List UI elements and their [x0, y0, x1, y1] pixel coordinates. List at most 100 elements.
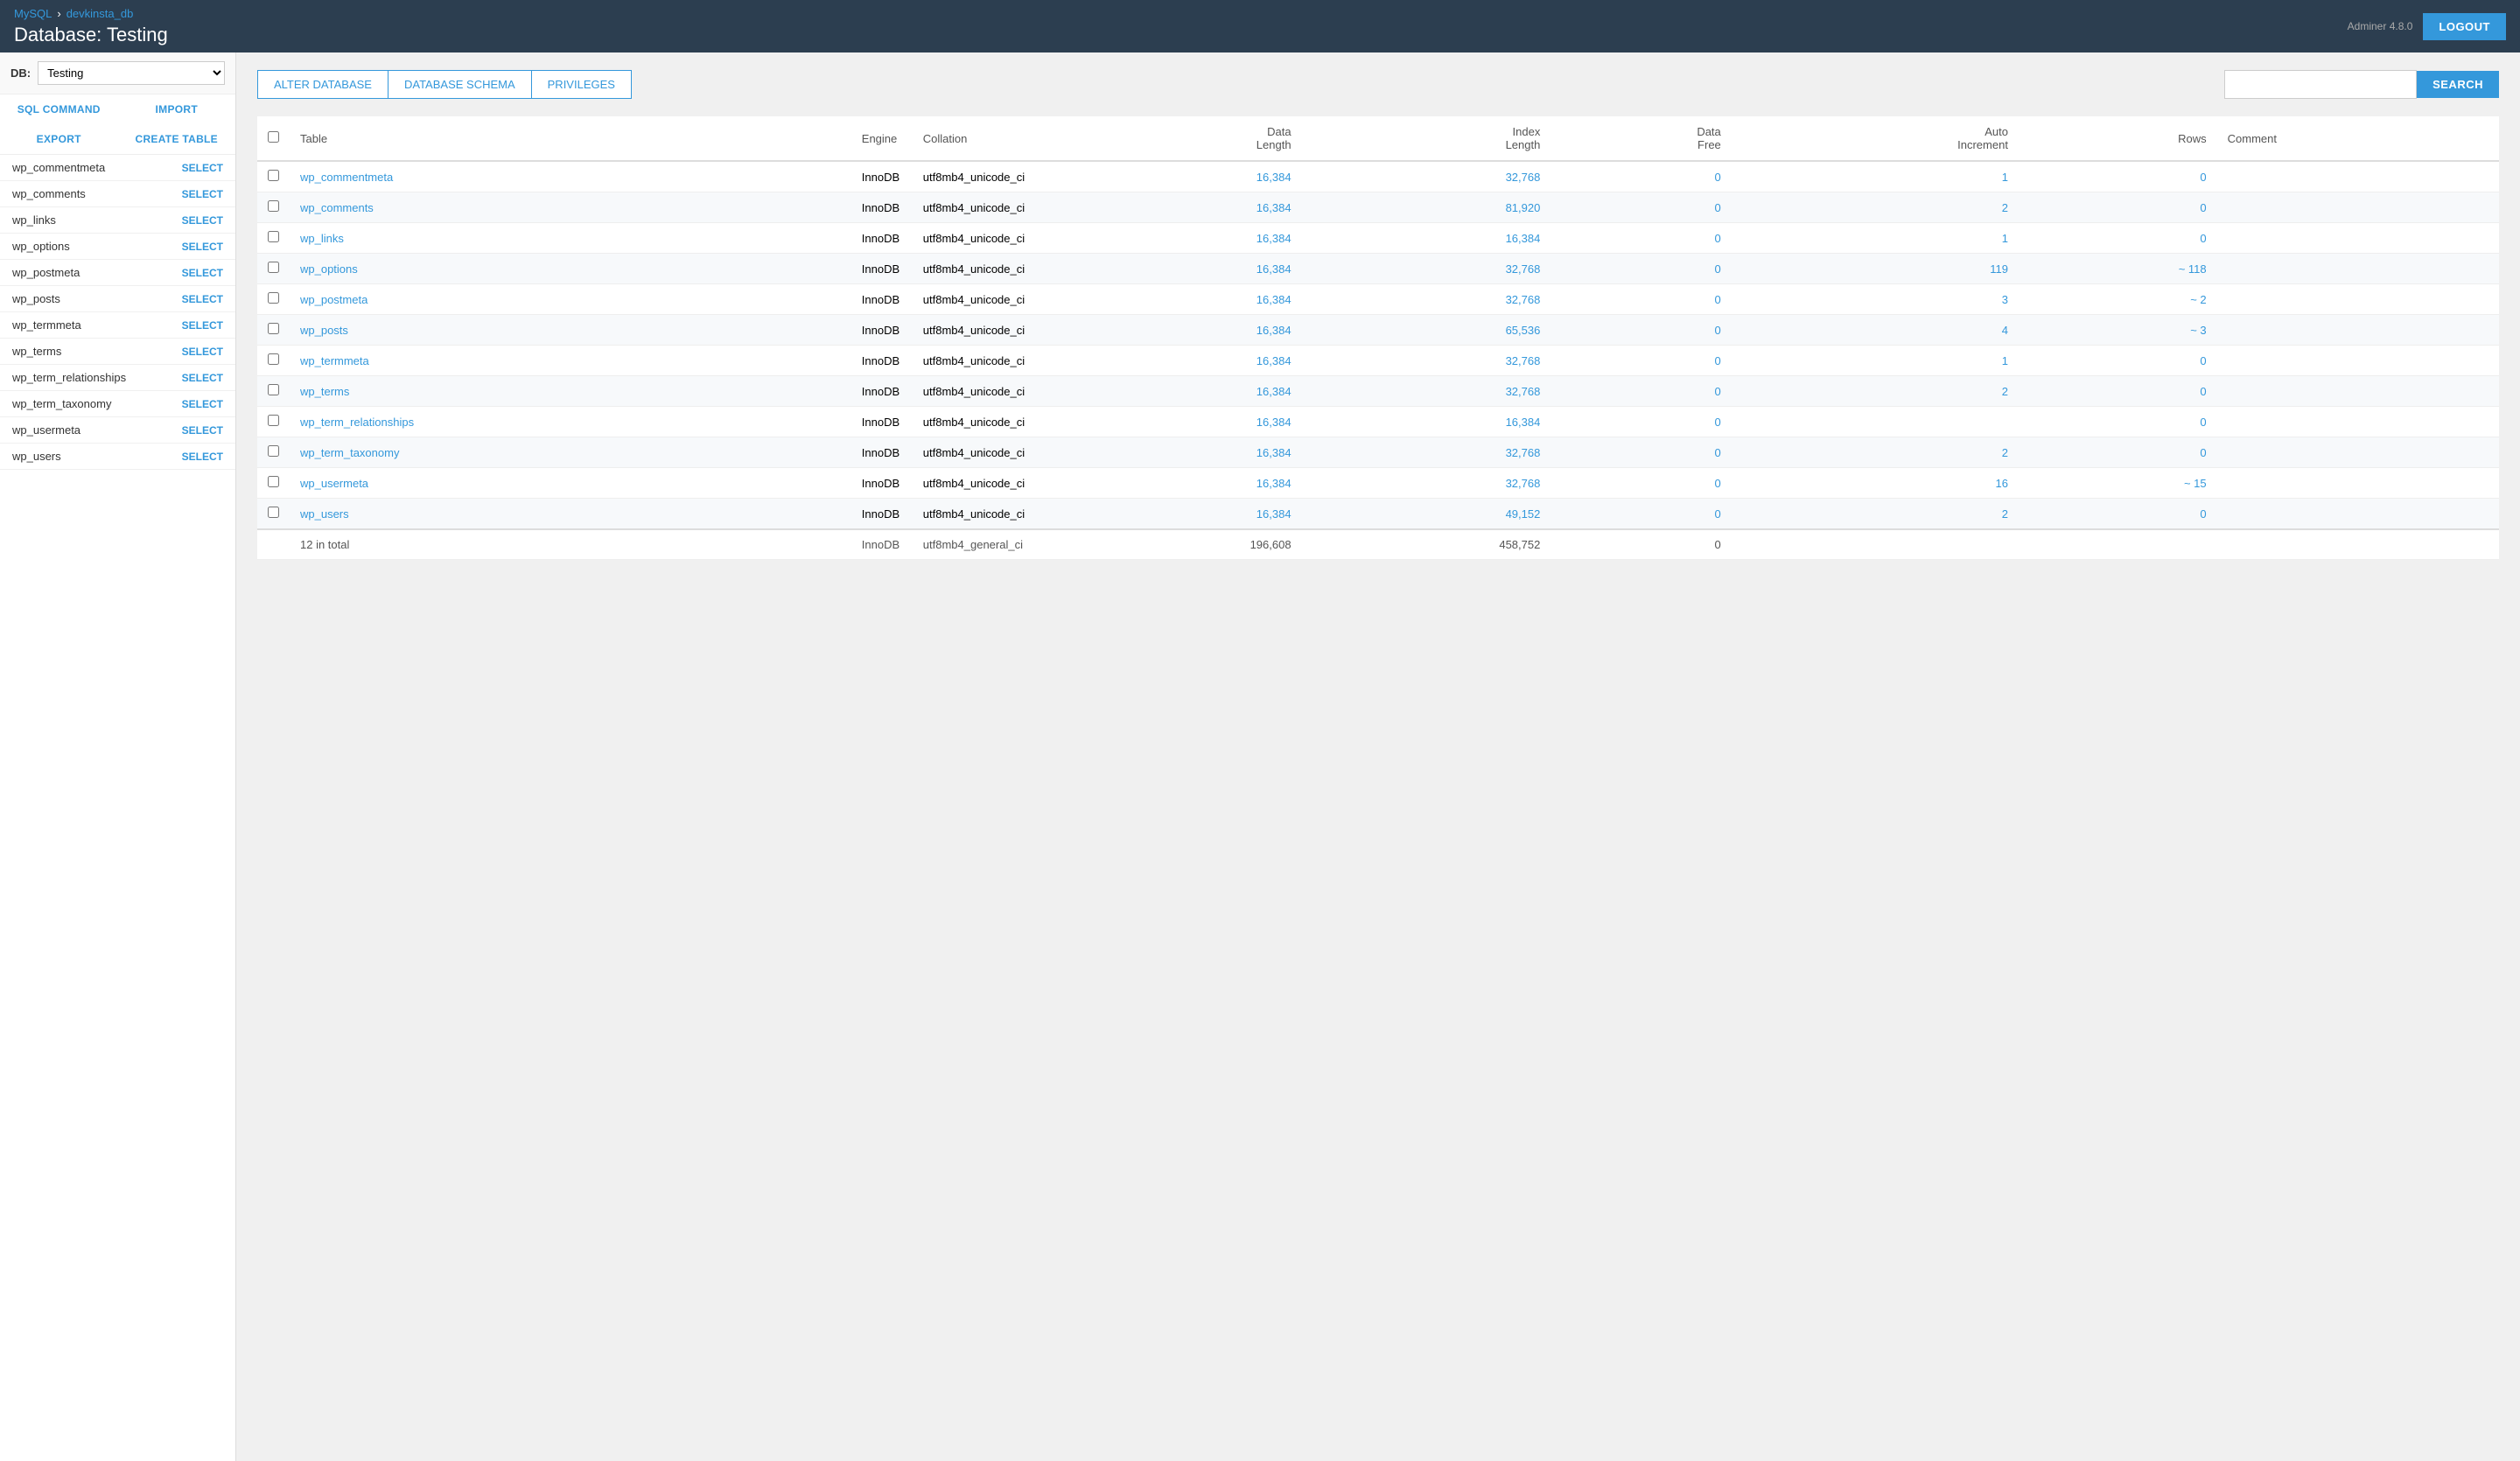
table-link[interactable]: wp_commentmeta [300, 171, 393, 184]
sidebar-select-link[interactable]: SELECT [182, 346, 223, 358]
sidebar-table-row: wp_posts SELECT [0, 286, 235, 312]
row-table-name: wp_options [290, 254, 851, 284]
row-data-free: 0 [1550, 223, 1731, 254]
export-button[interactable]: EXPORT [0, 124, 118, 154]
table-link[interactable]: wp_users [300, 507, 349, 521]
row-checkbox-cell [257, 499, 290, 530]
db-select[interactable]: Testing [38, 61, 225, 85]
sql-command-button[interactable]: SQL COMMAND [0, 94, 118, 124]
sidebar-select-link[interactable]: SELECT [182, 162, 223, 174]
row-checkbox[interactable] [268, 292, 279, 304]
row-index-length: 32,768 [1302, 468, 1551, 499]
database-schema-button[interactable]: DATABASE SCHEMA [388, 70, 532, 99]
row-data-length: 16,384 [1053, 315, 1302, 346]
row-rows: ~ 15 [2019, 468, 2217, 499]
sidebar-table-row: wp_postmeta SELECT [0, 260, 235, 286]
row-index-length: 81,920 [1302, 192, 1551, 223]
alter-database-button[interactable]: ALTER DATABASE [257, 70, 388, 99]
sidebar-db-row: DB: Testing [0, 52, 235, 94]
table-link[interactable]: wp_posts [300, 324, 348, 337]
table-link[interactable]: wp_links [300, 232, 344, 245]
tables-table: Table Engine Collation DataLength IndexL… [257, 116, 2499, 560]
main-layout: DB: Testing SQL COMMAND IMPORT EXPORT CR… [0, 52, 2520, 1461]
sidebar-select-link[interactable]: SELECT [182, 451, 223, 463]
header-right: Adminer 4.8.0 LOGOUT [2348, 13, 2506, 40]
sidebar-select-link[interactable]: SELECT [182, 241, 223, 253]
sidebar-select-link[interactable]: SELECT [182, 319, 223, 332]
row-checkbox[interactable] [268, 384, 279, 395]
sidebar-select-link[interactable]: SELECT [182, 398, 223, 410]
row-auto-increment: 16 [1732, 468, 2019, 499]
table-link[interactable]: wp_postmeta [300, 293, 368, 306]
breadcrumb-db[interactable]: devkinsta_db [66, 7, 134, 20]
table-row: wp_posts InnoDB utf8mb4_unicode_ci 16,38… [257, 315, 2499, 346]
row-rows: 0 [2019, 376, 2217, 407]
row-index-length: 32,768 [1302, 254, 1551, 284]
table-row: wp_postmeta InnoDB utf8mb4_unicode_ci 16… [257, 284, 2499, 315]
sidebar-table-name: wp_comments [12, 187, 86, 200]
row-checkbox-cell [257, 437, 290, 468]
sidebar: DB: Testing SQL COMMAND IMPORT EXPORT CR… [0, 52, 236, 1461]
db-label: DB: [10, 66, 31, 80]
row-checkbox[interactable] [268, 353, 279, 365]
sidebar-table-name: wp_links [12, 213, 56, 227]
row-checkbox[interactable] [268, 415, 279, 426]
search-button[interactable]: SEARCH [2417, 71, 2499, 98]
row-checkbox[interactable] [268, 323, 279, 334]
logout-button[interactable]: LOGOUT [2423, 13, 2506, 40]
row-comment [2217, 437, 2499, 468]
select-all-checkbox[interactable] [268, 131, 279, 143]
row-checkbox[interactable] [268, 200, 279, 212]
search-input[interactable] [2224, 70, 2417, 99]
row-rows: 0 [2019, 407, 2217, 437]
row-table-name: wp_term_relationships [290, 407, 851, 437]
row-table-name: wp_users [290, 499, 851, 530]
sidebar-select-link[interactable]: SELECT [182, 424, 223, 437]
table-link[interactable]: wp_terms [300, 385, 349, 398]
row-rows: ~ 2 [2019, 284, 2217, 315]
row-data-free: 0 [1550, 376, 1731, 407]
breadcrumb-mysql[interactable]: MySQL [14, 7, 52, 20]
row-data-length: 16,384 [1053, 161, 1302, 192]
row-table-name: wp_commentmeta [290, 161, 851, 192]
table-link[interactable]: wp_termmeta [300, 354, 369, 367]
row-data-free: 0 [1550, 346, 1731, 376]
sidebar-select-link[interactable]: SELECT [182, 188, 223, 200]
sidebar-select-link[interactable]: SELECT [182, 267, 223, 279]
row-checkbox[interactable] [268, 231, 279, 242]
sidebar-table-name: wp_termmeta [12, 318, 81, 332]
sidebar-nav: SQL COMMAND IMPORT EXPORT CREATE TABLE [0, 94, 235, 155]
table-link[interactable]: wp_usermeta [300, 477, 368, 490]
sidebar-table-name: wp_terms [12, 345, 61, 358]
table-link[interactable]: wp_options [300, 262, 358, 276]
row-data-free: 0 [1550, 192, 1731, 223]
row-checkbox[interactable] [268, 262, 279, 273]
row-collation: utf8mb4_unicode_ci [913, 437, 1053, 468]
row-data-length: 16,384 [1053, 254, 1302, 284]
row-checkbox[interactable] [268, 507, 279, 518]
table-row: wp_term_relationships InnoDB utf8mb4_uni… [257, 407, 2499, 437]
sidebar-select-link[interactable]: SELECT [182, 293, 223, 305]
sidebar-select-link[interactable]: SELECT [182, 214, 223, 227]
row-data-free: 0 [1550, 468, 1731, 499]
header-data-free: DataFree [1550, 116, 1731, 161]
table-link[interactable]: wp_term_relationships [300, 416, 414, 429]
row-collation: utf8mb4_unicode_ci [913, 376, 1053, 407]
row-comment [2217, 254, 2499, 284]
privileges-button[interactable]: PRIVILEGES [531, 70, 632, 99]
row-checkbox[interactable] [268, 476, 279, 487]
row-table-name: wp_termmeta [290, 346, 851, 376]
row-data-length: 16,384 [1053, 223, 1302, 254]
row-index-length: 65,536 [1302, 315, 1551, 346]
adminer-version: Adminer 4.8.0 [2348, 20, 2413, 32]
header-auto-increment: AutoIncrement [1732, 116, 2019, 161]
row-auto-increment: 1 [1732, 161, 2019, 192]
table-link[interactable]: wp_comments [300, 201, 374, 214]
row-checkbox[interactable] [268, 445, 279, 457]
table-link[interactable]: wp_term_taxonomy [300, 446, 399, 459]
footer-data-length: 196,608 [1053, 529, 1302, 560]
create-table-button[interactable]: CREATE TABLE [118, 124, 236, 154]
row-checkbox[interactable] [268, 170, 279, 181]
import-button[interactable]: IMPORT [118, 94, 236, 124]
sidebar-select-link[interactable]: SELECT [182, 372, 223, 384]
